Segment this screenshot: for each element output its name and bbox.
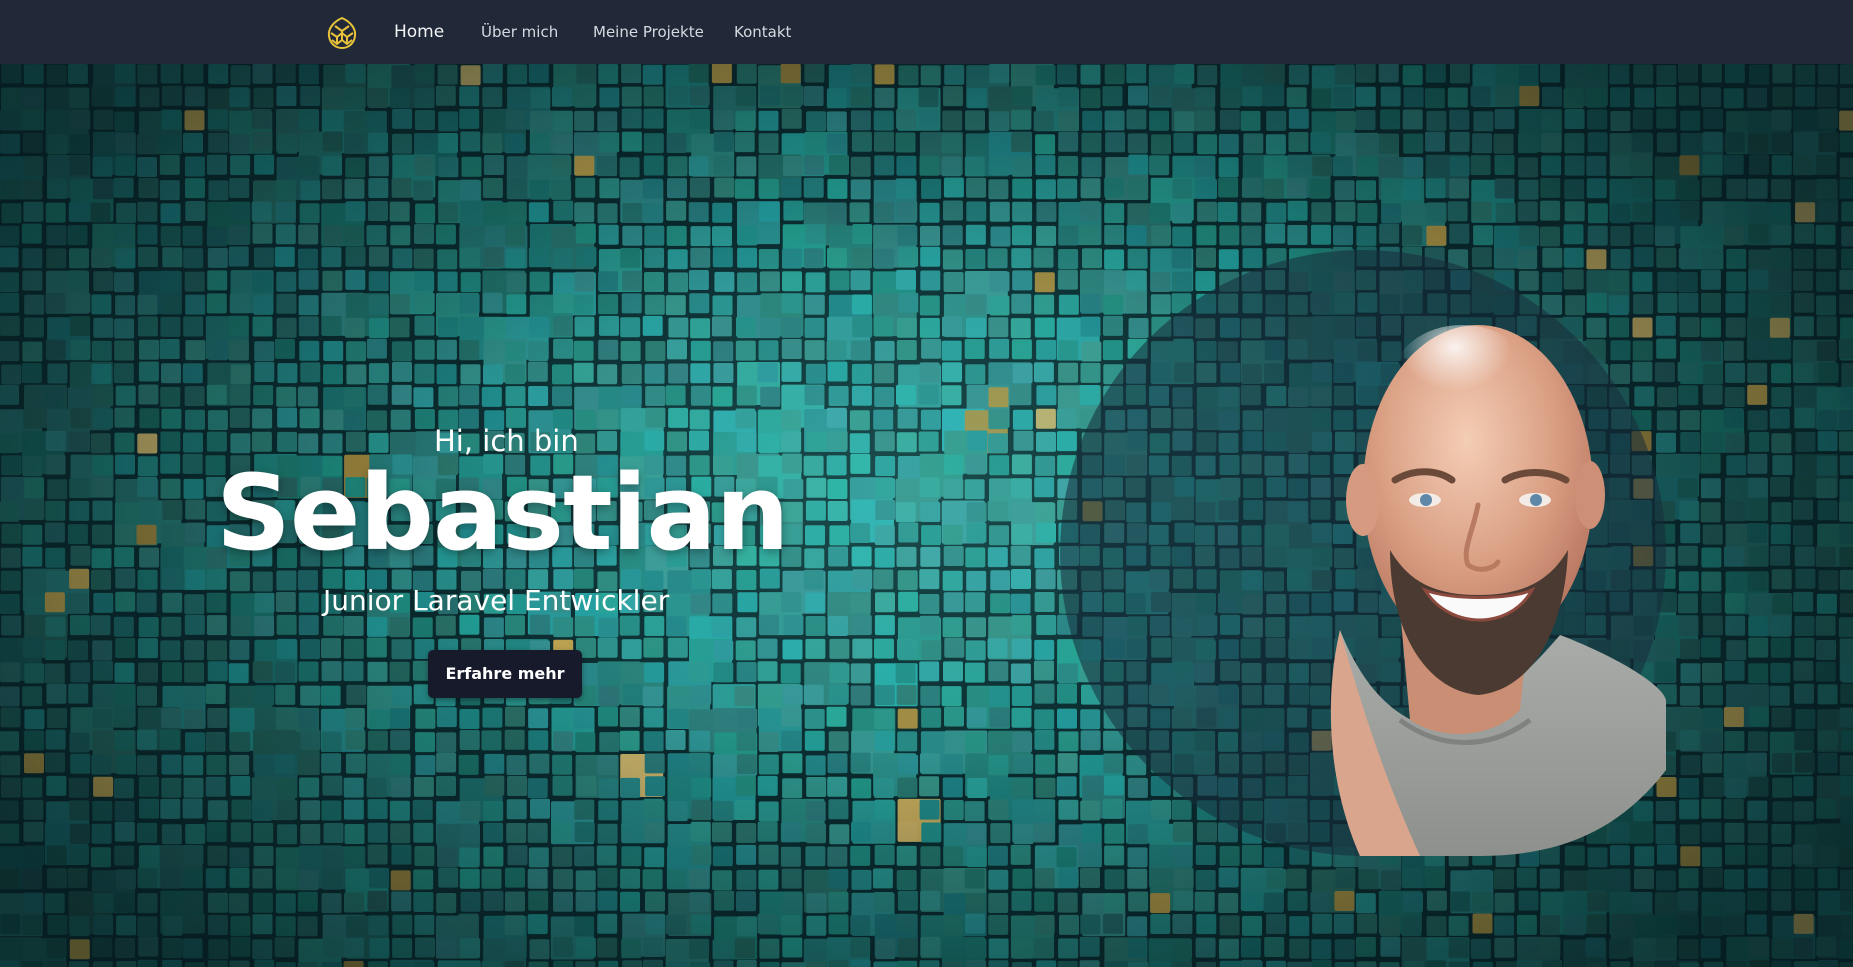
learn-more-button[interactable]: Erfahre mehr xyxy=(428,650,582,698)
hero-section: Hi, ich bin Sebastian Junior Laravel Ent… xyxy=(0,64,1853,967)
hero-name: Sebastian xyxy=(216,452,790,574)
nav-link-home[interactable]: Home xyxy=(394,0,444,64)
pinecone-icon[interactable] xyxy=(326,16,358,50)
nav-link-ueber-mich[interactable]: Über mich xyxy=(481,0,558,64)
hero-subtitle: Junior Laravel Entwickler xyxy=(323,584,670,617)
top-navbar: Home Über mich Meine Projekte Kontakt xyxy=(0,0,1853,64)
person-photo xyxy=(1330,325,1666,856)
nav-link-kontakt[interactable]: Kontakt xyxy=(734,0,791,64)
portrait-container xyxy=(1060,250,1666,856)
nav-link-meine-projekte[interactable]: Meine Projekte xyxy=(593,0,704,64)
